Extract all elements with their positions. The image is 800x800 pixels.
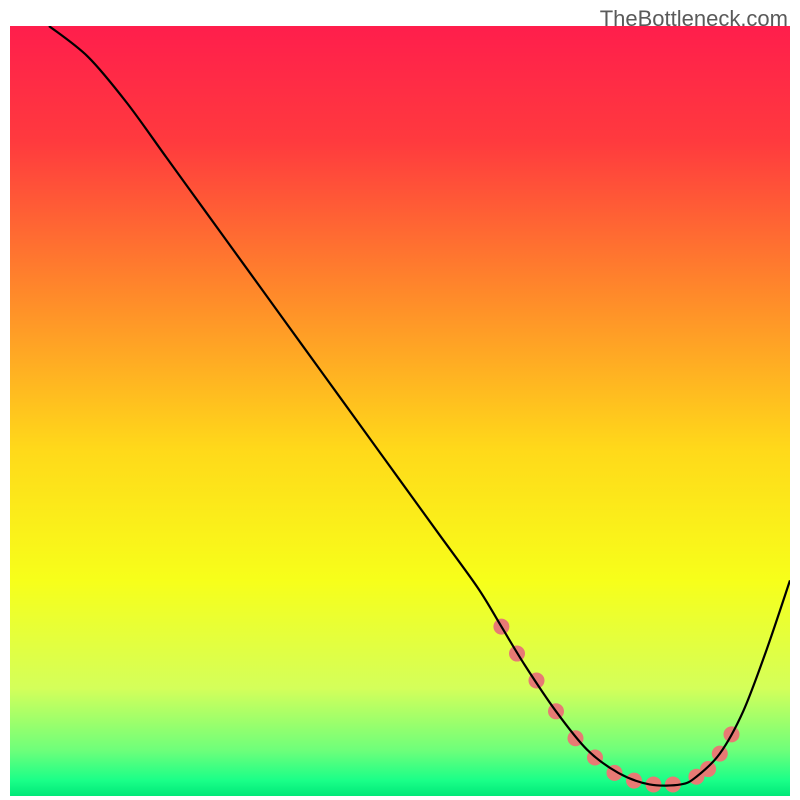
data-point	[700, 761, 716, 777]
gradient-background	[10, 26, 790, 796]
watermark-text: TheBottleneck.com	[600, 6, 788, 32]
chart-container	[10, 26, 790, 796]
chart-svg	[10, 26, 790, 796]
